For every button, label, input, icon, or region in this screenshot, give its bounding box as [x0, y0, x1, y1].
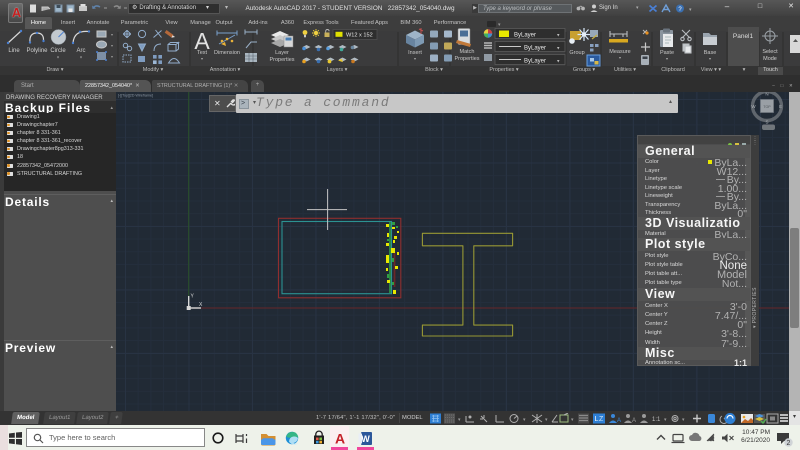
svg-text:Mode: Mode [763, 56, 777, 62]
svg-text:2: 2 [787, 440, 791, 447]
svg-text:Layer: Layer [275, 50, 289, 56]
svg-text:[-][Top][2D Wireframe]: [-][Top][2D Wireframe] [118, 94, 153, 98]
svg-text:X: X [199, 302, 203, 308]
svg-text:▾: ▾ [689, 7, 692, 13]
svg-text:Group: Group [569, 50, 584, 56]
svg-text:▾: ▾ [619, 55, 621, 60]
svg-text:A: A [617, 418, 621, 424]
svg-text:Dimension: Dimension [214, 50, 240, 56]
svg-text:A: A [632, 418, 636, 424]
svg-text:Select: Select [762, 49, 778, 55]
svg-text:W: W [751, 104, 756, 109]
svg-text:S: S [765, 120, 768, 125]
svg-text:▾: ▾ [523, 417, 526, 423]
svg-text:Panel1: Panel1 [733, 33, 754, 40]
svg-text:▾: ▾ [414, 56, 416, 61]
svg-text:▾: ▾ [664, 417, 667, 423]
svg-text:Polyline: Polyline [26, 48, 48, 54]
svg-text:▾: ▾ [571, 417, 574, 423]
svg-text:Arc: Arc [77, 48, 86, 54]
svg-text:▾: ▾ [458, 417, 461, 423]
svg-text:W12 x 152: W12 x 152 [346, 33, 373, 39]
svg-text:▾: ▾ [666, 56, 668, 61]
svg-text:Match: Match [460, 49, 475, 55]
svg-text:E: E [779, 104, 782, 109]
svg-text:ByLayer: ByLayer [514, 33, 536, 39]
svg-text:TOP: TOP [763, 105, 771, 109]
svg-text:1:1: 1:1 [652, 417, 661, 423]
svg-text:ByLayer: ByLayer [524, 46, 546, 52]
svg-text:▾: ▾ [111, 32, 113, 37]
svg-text:Line: Line [8, 48, 20, 54]
svg-text:▾: ▾ [80, 55, 82, 60]
svg-text:ByLayer: ByLayer [524, 59, 546, 65]
svg-text:A: A [335, 431, 345, 447]
svg-text:▾: ▾ [682, 417, 685, 423]
svg-text:▾: ▾ [111, 54, 113, 59]
svg-text:L: L [595, 416, 599, 423]
svg-text:▾: ▾ [201, 56, 203, 61]
svg-text:N: N [765, 92, 768, 97]
svg-text:W: W [361, 434, 370, 444]
svg-text:▾: ▾ [709, 56, 711, 61]
svg-text:▾: ▾ [111, 43, 113, 48]
svg-text:Circle: Circle [50, 48, 66, 54]
svg-text:Y: Y [191, 294, 195, 300]
svg-text:Properties: Properties [269, 57, 294, 63]
svg-text:Properties: Properties [454, 56, 479, 62]
svg-text:▾: ▾ [545, 417, 548, 423]
svg-text:Z: Z [599, 416, 604, 423]
svg-text:▾: ▾ [57, 55, 59, 60]
